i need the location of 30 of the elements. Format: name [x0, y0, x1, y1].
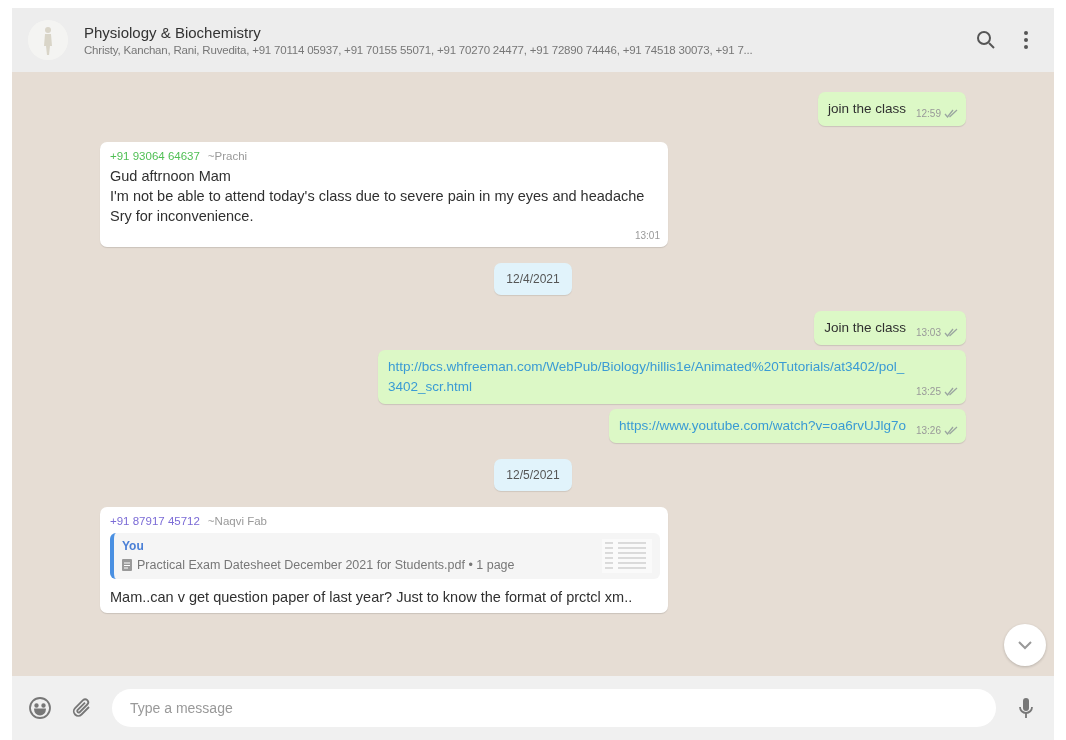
message-time: 12:59 [915, 108, 941, 119]
message-time: 13:01 [634, 230, 660, 241]
message-text: join the class [827, 100, 906, 118]
double-check-icon [944, 426, 958, 435]
emoji-icon[interactable] [28, 696, 52, 720]
quote-author: You [122, 539, 145, 553]
double-check-icon [944, 109, 958, 118]
sender-name: ~Naqvi Fab [207, 515, 267, 527]
quoted-file-name: Practical Exam Datesheet December 2021 for Students.pdf • 1 page [137, 558, 515, 572]
group-members: Christy, Kanchan, Rani, Ruvedita, +91 70114 05937, +91 70155 55071, +91 70270 24477, +91 72890 74446, +91 74518 30073, +91 7... [84, 44, 754, 56]
message-link[interactable]: http://bcs.whfreeman.com/WebPub/Biology/hillis1e/Animated%20Tutorials/at3402/pol_3402_scr.html [388, 357, 906, 397]
double-check-icon [944, 387, 958, 396]
sender-phone: +91 87917 45712 [110, 515, 200, 527]
message-text: Join the class [824, 319, 906, 337]
message-time: 13:26 [915, 425, 941, 436]
date-chip: 12/4/2021 [494, 263, 572, 295]
double-check-icon [944, 328, 958, 337]
document-icon [122, 559, 132, 571]
date-chip: 12/5/2021 [494, 459, 572, 491]
sender-phone: +91 93064 64637 [110, 150, 200, 162]
message-text: Gud aftrnoon Mam I'm not be able to attend today's class due to severe pain in my eyes and headache Sry for inconvenience. [110, 167, 646, 226]
message-time: 13:25 [915, 386, 941, 397]
message-link[interactable]: https://www.youtube.com/watch?v=oa6rvUJlg7o [618, 416, 906, 436]
sender-name: ~Prachi [207, 150, 248, 162]
quoted-message[interactable]: You Practical Exam Datesheet December 2021 for Students.pdf • 1 page [110, 533, 660, 579]
chevron-down-icon [1017, 640, 1033, 650]
group-title: Physiology & Biochemistry [84, 24, 262, 41]
message-text: Mam..can v get question paper of last year? Just to know the format of prctcl xm.. [110, 588, 634, 607]
message-time: 13:03 [915, 327, 941, 338]
message-input[interactable]: Type a message [112, 689, 996, 727]
